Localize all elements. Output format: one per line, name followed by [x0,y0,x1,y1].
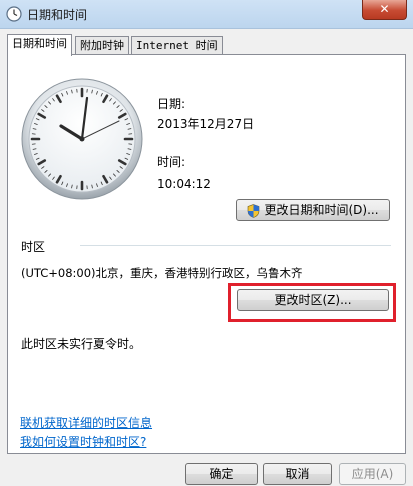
date-value: 2013年12月27日 [157,117,255,131]
time-value: 10:04:12 [157,177,211,191]
tab-panel: 日期: 2013年12月27日 时间: 10:04:12 更改日期和时间(D).… [7,54,406,454]
tab-additional-clocks[interactable]: 附加时钟 [75,36,129,55]
online-timezone-info-link[interactable]: 联机获取详细的时区信息 [20,414,152,431]
change-timezone-button[interactable]: 更改时区(Z)... [237,289,389,311]
tab-date-time[interactable]: 日期和时间 [7,34,72,56]
window-title: 日期和时间 [27,8,88,22]
timezone-value: (UTC+08:00)北京，重庆，香港特别行政区，乌鲁木齐 [21,266,303,280]
timezone-section-label: 时区 [21,240,46,254]
dst-note: 此时区未实行夏令时。 [21,337,142,351]
change-date-time-button[interactable]: 更改日期和时间(D)... [236,199,390,221]
change-date-time-label: 更改日期和时间(D)... [264,203,379,217]
clock-window-icon [6,6,22,22]
section-divider [80,245,391,246]
close-button[interactable]: ✕ [362,0,407,20]
cancel-button[interactable]: 取消 [263,463,332,485]
tab-internet-time[interactable]: Internet 时间 [131,36,223,55]
title-bar: 日期和时间 ✕ [0,0,413,29]
apply-button[interactable]: 应用(A) [339,463,406,485]
close-icon: ✕ [379,2,390,16]
uac-shield-icon [248,203,260,218]
date-label: 日期: [157,97,186,111]
ok-button[interactable]: 确定 [185,463,258,485]
time-label: 时间: [157,155,186,169]
analog-clock [21,78,143,200]
how-to-set-clock-link[interactable]: 我如何设置时钟和时区? [20,433,146,450]
